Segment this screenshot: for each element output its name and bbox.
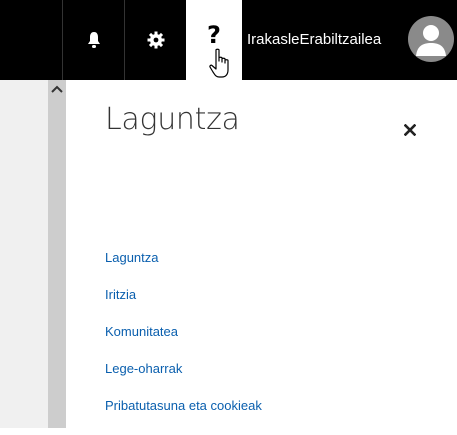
gear-icon [147, 31, 164, 49]
bell-icon [87, 32, 100, 48]
help-link-pribatutasuna[interactable]: Pribatutasuna eta cookieak [105, 398, 262, 435]
chevron-up-icon [51, 85, 63, 93]
username-label[interactable]: IrakasleErabiltzailea [242, 0, 381, 80]
help-link-laguntza[interactable]: Laguntza [105, 250, 262, 287]
settings-button[interactable] [124, 0, 186, 80]
hand-pointer-cursor-icon [209, 48, 229, 78]
notifications-button[interactable] [62, 0, 124, 80]
close-button[interactable] [400, 120, 420, 140]
close-icon [404, 124, 416, 136]
help-link-lege-oharrak[interactable]: Lege-oharrak [105, 361, 262, 398]
help-links-list: Laguntza Iritzia Komunitatea Lege-oharra… [105, 250, 262, 435]
user-avatar-icon[interactable] [408, 16, 454, 62]
help-link-komunitatea[interactable]: Komunitatea [105, 324, 262, 361]
help-link-iritzia[interactable]: Iritzia [105, 287, 262, 324]
help-icon: ? [207, 21, 221, 49]
scrollbar-thumb[interactable] [48, 80, 66, 428]
panel-title: Laguntza [105, 102, 240, 137]
scroll-up-button[interactable] [48, 80, 66, 98]
